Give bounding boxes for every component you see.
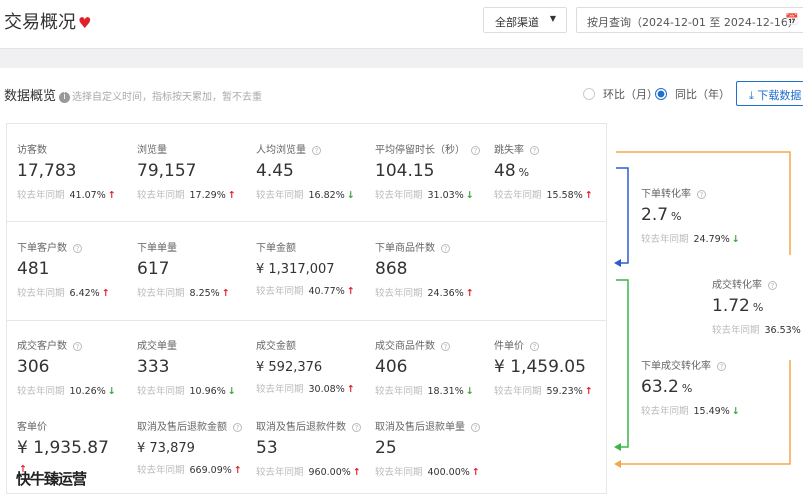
blue-flow-line [616,168,628,263]
metric-value: 2.7% [641,205,759,225]
conversions-item: 下单转化率? 2.7% 较去年同期 24.79%↓ [641,185,759,245]
conversions-item: 成交转化率? 1.72% 较去年同期 36.53% [712,276,803,336]
green-arrow-icon [614,443,621,451]
arrow-down-icon: ↓ [732,234,740,245]
compare-value: 24.79% [694,234,730,245]
metric-value-text: 2.7 [641,205,668,225]
metric-label-text: 下单成交转化率 [641,361,711,372]
metric-label-text: 下单转化率 [641,189,691,200]
metric-label: 下单转化率? [641,185,759,200]
metric-value: 63.2% [641,377,759,397]
blue-arrow-icon [614,259,621,267]
arrow-down-icon: ↓ [732,406,740,417]
help-icon[interactable]: ? [768,281,777,290]
metric-value-text: 1.72 [712,296,750,316]
metric-value: 1.72% [712,296,803,316]
compare-value: 36.53% [765,325,801,336]
metric-label-text: 成交转化率 [712,280,762,291]
metric-compare: 较去年同期 24.79%↓ [641,231,759,245]
help-icon[interactable]: ? [697,190,706,199]
help-icon[interactable]: ? [717,362,726,371]
metric-unit: % [753,301,763,314]
watermark: 快牛臻运营 [16,468,86,489]
metric-value-text: 63.2 [641,377,679,397]
metric-unit: % [671,210,681,223]
flow-arrows [0,0,803,500]
metric-compare: 较去年同期 36.53% [712,322,803,336]
metric-unit: % [682,382,692,395]
orange-arrow-icon [614,460,621,468]
compare-value: 15.49% [694,406,730,417]
metric-label: 成交转化率? [712,276,803,291]
compare-label: 较去年同期 [641,234,689,245]
compare-label: 较去年同期 [641,406,689,417]
compare-label: 较去年同期 [712,325,760,336]
metric-label: 下单成交转化率? [641,357,759,372]
metric-compare: 较去年同期 15.49%↓ [641,403,759,417]
conversions-item: 下单成交转化率? 63.2% 较去年同期 15.49%↓ [641,357,759,417]
green-flow-line [616,280,628,447]
